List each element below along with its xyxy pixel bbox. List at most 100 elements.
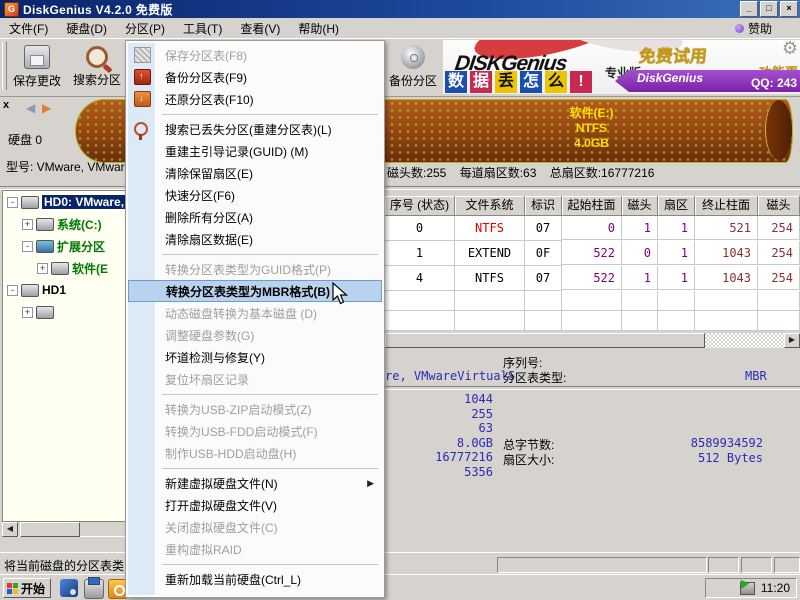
panel-close-icon[interactable]: x [3, 100, 9, 110]
expand-icon[interactable]: + [22, 307, 33, 318]
save-changes-button[interactable]: 保存更改 [8, 42, 66, 92]
menubar-item[interactable]: 帮助(H) [289, 18, 348, 39]
menubar-item[interactable]: 硬盘(D) [57, 18, 116, 39]
disk-geometry-text: 磁头数:255 每道扇区数:63 总扇区数:16777216 [387, 164, 654, 181]
hd-menu-item[interactable]: 快速分区(F6) [128, 184, 382, 206]
table-cell[interactable]: 522 [562, 266, 622, 290]
collapse-icon[interactable]: - [7, 197, 18, 208]
table-cell[interactable]: 254 [758, 241, 800, 265]
table-cell-empty [622, 311, 658, 331]
table-cell[interactable]: 07 [525, 266, 562, 291]
table-header-cell[interactable]: 磁头 [758, 196, 800, 216]
collapse-icon[interactable]: - [22, 241, 33, 252]
table-cell[interactable]: 1 [385, 241, 455, 266]
table-cell[interactable]: NTFS [455, 216, 525, 241]
table-cell[interactable]: EXTEND [455, 241, 525, 266]
expand-icon[interactable]: + [22, 219, 33, 230]
printer-icon[interactable] [84, 579, 104, 599]
stat-value: 5356 [385, 465, 493, 480]
table-cell[interactable]: 1 [658, 266, 695, 290]
hd-menu-item[interactable]: 删除所有分区(A) [128, 206, 382, 228]
table-cell-empty [525, 291, 562, 311]
sectors-per-track-value: 63 [385, 421, 493, 436]
table-cell[interactable]: 1043 [695, 241, 758, 265]
table-cell[interactable]: 0 [385, 216, 455, 241]
scroll-right-icon[interactable]: ▶ [784, 333, 800, 348]
collapse-icon[interactable]: - [7, 285, 18, 296]
table-cell[interactable]: 1 [658, 216, 695, 240]
backup-partition-label: 备份分区 [389, 72, 437, 89]
ribbon-brand: DiskGenius [637, 71, 703, 85]
hd-menu-item[interactable]: 搜索已丢失分区(重建分区表)(L) [128, 118, 382, 140]
table-header-cell[interactable]: 磁头 [622, 196, 658, 216]
table-cell-empty [658, 311, 695, 331]
tree-item[interactable]: -HD1 [3, 279, 127, 301]
table-header-cell[interactable]: 终止柱面 [695, 196, 758, 216]
tree-item[interactable]: + [3, 301, 127, 323]
start-button[interactable]: 开始 [3, 578, 51, 598]
table-header-cell[interactable]: 文件系统 [455, 196, 525, 216]
banner-tile: 据 [470, 71, 492, 93]
hd-menu-item[interactable]: 打开虚拟硬盘文件(V) [128, 494, 382, 516]
menubar-item[interactable]: 工具(T) [174, 18, 231, 39]
table-cell[interactable]: NTFS [455, 266, 525, 291]
menubar-item[interactable]: 文件(F) [0, 18, 57, 39]
table-cell[interactable]: 07 [525, 216, 562, 241]
table-cell[interactable]: 254 [758, 266, 800, 290]
table-cell[interactable]: 1043 [695, 266, 758, 290]
mouse-cursor [332, 282, 350, 309]
table-cell[interactable]: 522 [562, 241, 622, 265]
expand-icon[interactable]: + [37, 263, 48, 274]
hd-menu-item: 转换为USB-ZIP启动模式(Z) [128, 398, 382, 420]
sponsor-menu-item[interactable]: 赞助 [735, 20, 800, 37]
tree-item[interactable]: +系统(C:) [3, 213, 127, 235]
forward-arrow-icon[interactable]: ▶ [42, 101, 51, 115]
backup-partition-button[interactable]: 备份分区 [384, 42, 442, 92]
close-button[interactable]: × [780, 1, 798, 17]
hd-menu-item[interactable]: 重建主引导记录(GUID) (M) [128, 140, 382, 162]
sponsor-dot-icon [735, 24, 744, 33]
hard-disk-menu: 保存分区表(F8)备份分区表(F9)还原分区表(F10)搜索已丢失分区(重建分区… [125, 40, 385, 598]
table-hscrollbar[interactable]: ▶ [385, 333, 800, 348]
safely-remove-icon[interactable] [740, 582, 755, 595]
search-icon [86, 46, 108, 68]
hd-menu-item[interactable]: 坏道检测与修复(Y) [128, 346, 382, 368]
table-cell[interactable]: 254 [758, 216, 800, 240]
table-header-cell[interactable]: 扇区 [658, 196, 695, 216]
table-cell[interactable]: 1 [622, 216, 658, 240]
table-cell[interactable]: 0 [562, 216, 622, 240]
screen: G DiskGenius V4.2.0 免费版 _ □ × 文件(F)硬盘(D)… [0, 0, 800, 600]
minimize-button[interactable]: _ [740, 1, 758, 17]
menubar-item[interactable]: 查看(V) [231, 18, 289, 39]
quicklaunch-app-icon[interactable] [60, 579, 78, 597]
tree-item[interactable]: +软件(E [3, 257, 127, 279]
scroll-left-icon[interactable]: ◀ [2, 522, 18, 537]
hd-menu-item[interactable]: 新建虚拟硬盘文件(N)▶ [128, 472, 382, 494]
table-cell[interactable]: 1 [658, 241, 695, 265]
menubar-item[interactable]: 分区(P) [116, 18, 174, 39]
tree-item[interactable]: -扩展分区 [3, 235, 127, 257]
tree-hscrollbar[interactable]: ◀ [2, 521, 126, 536]
menu-item-label: 坏道检测与修复(Y) [165, 349, 265, 366]
partition-volume-label: 软件(E:) NTFS 4.0GB [570, 106, 614, 151]
table-header-cell[interactable]: 序号 (状态) [385, 196, 455, 216]
back-arrow-icon[interactable]: ◀ [26, 101, 35, 115]
table-cell[interactable]: 0F [525, 241, 562, 266]
table-header-cell[interactable]: 起始柱面 [562, 196, 622, 216]
table-scroll-thumb[interactable] [385, 333, 705, 348]
tree-scroll-thumb[interactable] [20, 522, 80, 537]
search-partition-button[interactable]: 搜索分区 [68, 42, 126, 92]
table-cell[interactable]: 521 [695, 216, 758, 240]
hd-menu-item[interactable]: 重新加载当前硬盘(Ctrl_L) [128, 568, 382, 590]
table-cell[interactable]: 4 [385, 266, 455, 291]
tree-item[interactable]: -HD0: VMware, [3, 191, 127, 213]
hd-menu-item[interactable]: 备份分区表(F9) [128, 66, 382, 88]
table-cell[interactable]: 0 [622, 241, 658, 265]
menu-item-label: 转换为USB-FDD启动模式(F) [165, 423, 318, 440]
table-cell[interactable]: 1 [622, 266, 658, 290]
hd-menu-item: 转换为USB-FDD启动模式(F) [128, 420, 382, 442]
hd-menu-item[interactable]: 清除保留扇区(E) [128, 162, 382, 184]
promo-banner[interactable]: DISKGenius 专业版 免费试用 功能更 ⚙ 数据丢怎么! DiskGen… [443, 40, 800, 94]
table-header-cell[interactable]: 标识 [525, 196, 562, 216]
restore-button[interactable]: □ [760, 1, 778, 17]
